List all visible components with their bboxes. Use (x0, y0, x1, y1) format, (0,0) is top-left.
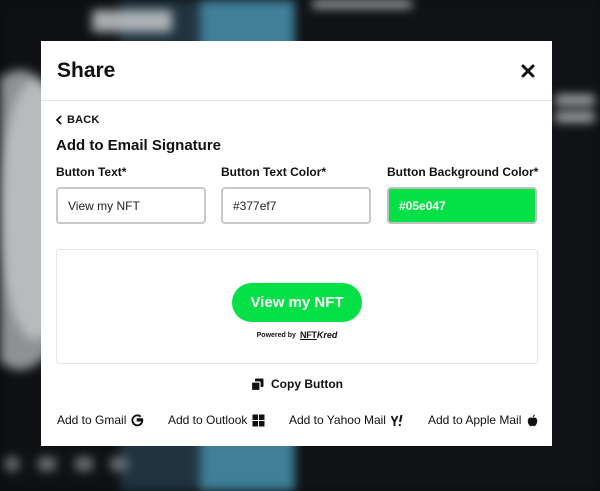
copy-button-label: Copy Button (271, 377, 343, 391)
background-icon-4 (110, 457, 128, 471)
button-bg-color-label: Button Background Color* (387, 165, 539, 179)
button-bg-color-input[interactable] (387, 187, 537, 224)
button-preview-box: View my NFT Powered by NFT Kred (56, 249, 538, 364)
button-text-input[interactable] (56, 187, 206, 224)
modal-header: Share (41, 41, 552, 101)
button-text-color-label: Button Text Color* (221, 165, 327, 179)
background-heading-blur (312, 0, 412, 8)
preview-nft-button[interactable]: View my NFT (232, 283, 362, 322)
background-icon-2 (38, 457, 56, 471)
back-label: BACK (67, 114, 100, 126)
google-icon (131, 413, 144, 426)
yahoo-icon (390, 414, 403, 426)
modal-title: Share (57, 58, 116, 82)
logo-nft-text: NFT (299, 330, 317, 340)
add-to-outlook-label: Add to Outlook (168, 413, 248, 427)
section-title: Add to Email Signature (56, 137, 222, 154)
nftkred-logo: NFT Kred (300, 330, 337, 340)
button-text-label: Button Text* (56, 165, 127, 179)
windows-icon (252, 414, 265, 426)
add-to-apple-mail-link[interactable]: Add to Apple Mail (428, 413, 539, 427)
powered-by-label: Powered by (256, 331, 296, 339)
add-to-yahoo-link[interactable]: Add to Yahoo Mail (289, 413, 404, 427)
button-text-color-input[interactable] (221, 187, 371, 224)
add-to-yahoo-label: Add to Yahoo Mail (289, 413, 386, 427)
add-to-gmail-label: Add to Gmail (57, 413, 127, 427)
copy-button[interactable]: Copy Button (251, 377, 343, 391)
background-text-blur-2 (555, 112, 595, 122)
background-icon (5, 457, 19, 471)
apple-icon (528, 414, 538, 426)
back-button[interactable]: BACK (55, 114, 100, 126)
logo-kred-text: Kred (316, 330, 338, 340)
add-to-apple-mail-label: Add to Apple Mail (428, 413, 522, 427)
chevron-left-icon (55, 115, 62, 125)
powered-by: Powered by NFT Kred (57, 330, 537, 340)
background-logo-blur (92, 10, 172, 32)
close-icon[interactable] (520, 63, 536, 79)
add-to-gmail-link[interactable]: Add to Gmail (57, 413, 144, 427)
background-icon-3 (75, 457, 93, 471)
copy-icon (251, 378, 264, 391)
background-text-blur (555, 95, 595, 105)
share-modal: Share BACK Add to Email Signature Button… (41, 41, 552, 446)
add-to-outlook-link[interactable]: Add to Outlook (168, 413, 265, 427)
